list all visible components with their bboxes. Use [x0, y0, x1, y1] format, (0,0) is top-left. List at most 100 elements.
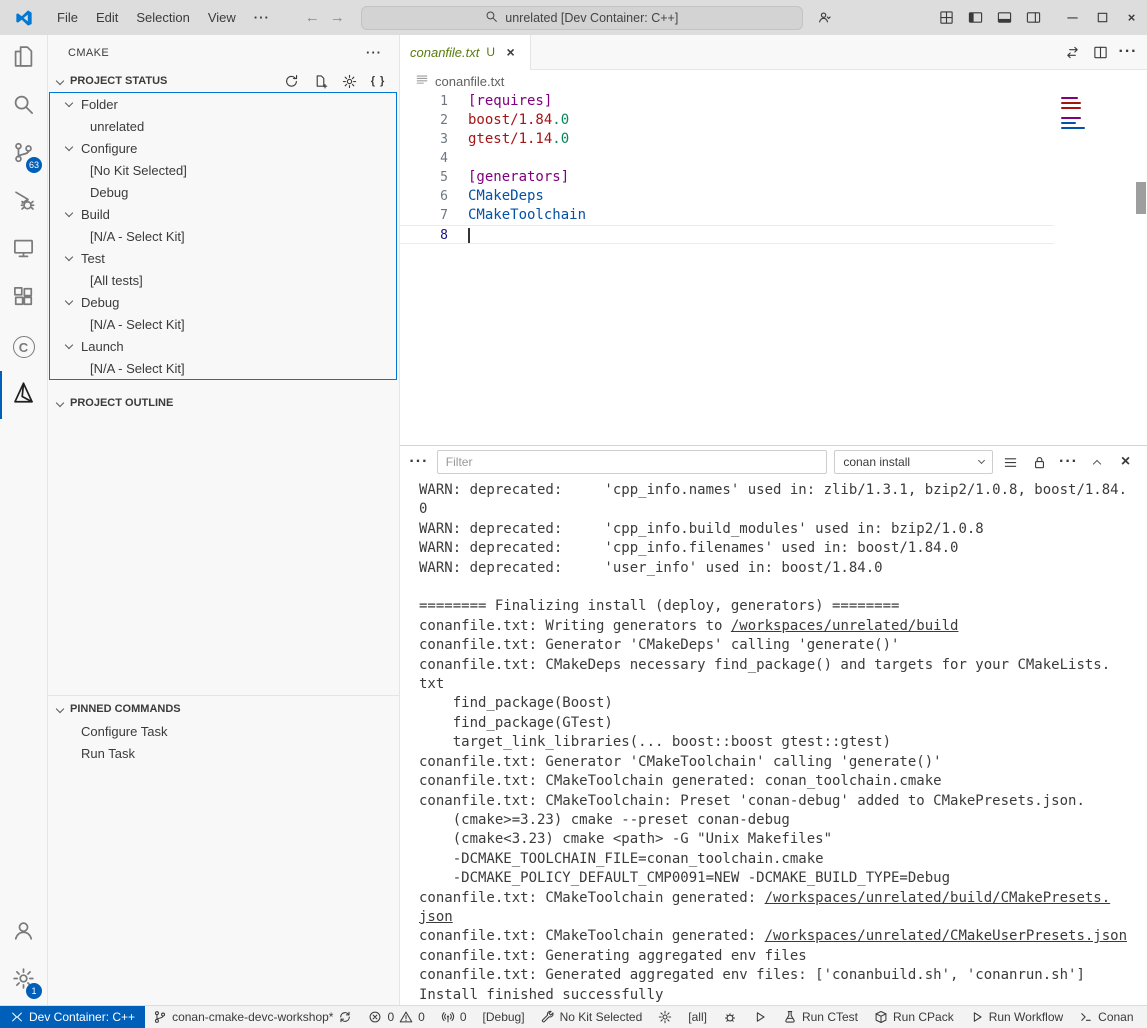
close-window-icon[interactable]: × [1117, 0, 1147, 35]
terminal-line: find_package(Boost) [419, 694, 1147, 713]
open-changes-icon[interactable] [1061, 41, 1083, 63]
statusbar-run-cpack[interactable]: Run CPack [866, 1006, 962, 1028]
output-list-icon[interactable] [1000, 451, 1022, 473]
tab-conanfile[interactable]: conanfile.txt U × [400, 35, 531, 70]
code-editor[interactable]: 1[requires]2boost/1.84.03gtest/1.14.045[… [400, 92, 1057, 244]
tree-child-no-kit-selected[interactable]: [No Kit Selected] [50, 159, 396, 181]
pinned-command-configure-task[interactable]: Configure Task [48, 720, 399, 742]
tree-item-launch[interactable]: Launch [50, 335, 396, 357]
extensions-icon[interactable] [0, 275, 47, 323]
tree-child-n-a-select-kit[interactable]: [N/A - Select Kit] [50, 225, 396, 247]
statusbar-cmake-configure[interactable] [650, 1006, 680, 1028]
code-line-5[interactable]: 5[generators] [400, 168, 1057, 187]
code-line-8[interactable]: 8 [400, 225, 1054, 244]
terminal-link[interactable]: json [419, 909, 453, 925]
terminal-link[interactable]: /workspaces/unrelated/build/CMakePresets… [765, 890, 1111, 906]
code-token: .0 [552, 112, 569, 128]
statusbar-items: conan-cmake-devc-workshop*000[Debug]No K… [145, 1006, 1141, 1028]
statusbar-ports[interactable]: 0 [433, 1006, 475, 1028]
toggle-panel-icon[interactable] [991, 4, 1018, 31]
braces-icon[interactable]: { } [367, 70, 389, 92]
statusbar-git-branch-status[interactable]: conan-cmake-devc-workshop* [145, 1006, 360, 1028]
menu-selection[interactable]: Selection [127, 6, 198, 29]
tree-child-debug[interactable]: Debug [50, 181, 396, 203]
code-line-3[interactable]: 3gtest/1.14.0 [400, 130, 1057, 149]
terminal-link[interactable]: /workspaces/unrelated/CMakeUserPresets.j… [765, 928, 1127, 944]
tab-git-status-badge: U [486, 45, 495, 59]
statusbar-cmake-launch[interactable] [745, 1006, 775, 1028]
lock-icon[interactable] [1029, 451, 1051, 473]
tree-child-n-a-select-kit[interactable]: [N/A - Select Kit] [50, 313, 396, 335]
statusbar-cmake-build-variant[interactable]: [Debug] [475, 1006, 533, 1028]
minimap[interactable] [1057, 92, 1133, 137]
tree-child-unrelated[interactable]: unrelated [50, 115, 396, 137]
statusbar-cmake-build-target[interactable]: [all] [680, 1006, 715, 1028]
statusbar-cmake-kit[interactable]: No Kit Selected [533, 1006, 651, 1028]
new-file-icon[interactable] [309, 70, 331, 92]
statusbar-cmake-debug[interactable] [715, 1006, 745, 1028]
tree-item-test[interactable]: Test [50, 247, 396, 269]
statusbar-problems[interactable]: 00 [360, 1006, 432, 1028]
vscode-window: FileEditSelectionView··· ← → unrelated [… [0, 0, 1147, 1028]
code-line-6[interactable]: 6CMakeDeps [400, 187, 1057, 206]
code-line-1[interactable]: 1[requires] [400, 92, 1057, 111]
forward-arrow-icon[interactable]: → [330, 9, 345, 26]
filter-input[interactable] [437, 450, 828, 474]
toggle-secondary-sidebar-icon[interactable] [1020, 4, 1047, 31]
tree-item-folder[interactable]: Folder [50, 93, 396, 115]
output-log[interactable]: WARN: deprecated: 'cpp_info.names' used … [400, 478, 1147, 1005]
tree-item-debug[interactable]: Debug [50, 291, 396, 313]
scrollbar-thumb[interactable] [1136, 182, 1146, 214]
split-editor-icon[interactable] [1089, 41, 1111, 63]
maximize-panel-icon[interactable] [1086, 451, 1108, 473]
editor-layout-icon[interactable] [933, 4, 960, 31]
menu-file[interactable]: File [48, 6, 87, 29]
sidebar-more-actions-icon[interactable]: ··· [363, 42, 385, 64]
run-debug-icon[interactable] [0, 179, 47, 227]
more-actions-icon[interactable]: ··· [1117, 41, 1139, 63]
account-icon[interactable] [0, 909, 47, 957]
c-extension-icon[interactable]: C [0, 323, 47, 371]
tree-item-configure[interactable]: Configure [50, 137, 396, 159]
profile-icon[interactable] [811, 4, 838, 31]
cmake-view-icon[interactable] [0, 371, 47, 419]
pinned-command-run-task[interactable]: Run Task [48, 742, 399, 764]
toggle-sidebar-icon[interactable] [962, 4, 989, 31]
close-panel-icon[interactable]: × [1115, 451, 1137, 473]
back-arrow-icon[interactable]: ← [305, 9, 320, 26]
tree-child-n-a-select-kit[interactable]: [N/A - Select Kit] [50, 357, 396, 379]
tree-item-label: [N/A - Select Kit] [90, 317, 185, 332]
refresh-icon[interactable] [280, 70, 302, 92]
source-control-icon[interactable]: 63 [0, 131, 47, 179]
statusbar-conan[interactable]: Conan [1071, 1006, 1141, 1028]
code-line-2[interactable]: 2boost/1.84.0 [400, 111, 1057, 130]
minimize-icon[interactable] [1057, 0, 1087, 35]
settings-gear-icon[interactable]: 1 [0, 957, 47, 1005]
editor-actions: ··· [1061, 41, 1147, 63]
statusbar-run-workflow[interactable]: Run Workflow [962, 1006, 1071, 1028]
panel-actions-icon[interactable]: ··· [1058, 451, 1080, 473]
tree-item-build[interactable]: Build [50, 203, 396, 225]
remote-indicator[interactable]: Dev Container: C++ [0, 1006, 145, 1028]
menu-edit[interactable]: Edit [87, 6, 127, 29]
command-center[interactable]: unrelated [Dev Container: C++] [361, 6, 803, 30]
terminal-link[interactable]: /workspaces/unrelated/build [731, 618, 959, 634]
search-view-icon[interactable] [0, 83, 47, 131]
maximize-icon[interactable] [1087, 0, 1117, 35]
gear-icon[interactable] [338, 70, 360, 92]
panel-more-icon[interactable]: ··· [408, 451, 430, 473]
breadcrumb[interactable]: conanfile.txt [400, 70, 1147, 92]
output-channel-select[interactable]: conan install [834, 450, 993, 474]
code-line-7[interactable]: 7CMakeToolchain [400, 206, 1057, 225]
pinned-commands-header[interactable]: PINNED COMMANDS [48, 698, 399, 720]
statusbar-run-ctest[interactable]: Run CTest [775, 1006, 866, 1028]
close-tab-icon[interactable]: × [502, 43, 520, 61]
tree-child-all-tests[interactable]: [All tests] [50, 269, 396, 291]
code-line-4[interactable]: 4 [400, 149, 1057, 168]
menu-view[interactable]: View [199, 6, 245, 29]
menu-overflow-icon[interactable]: ··· [245, 6, 279, 29]
remote-explorer-icon[interactable] [0, 227, 47, 275]
explorer-icon[interactable] [0, 35, 47, 83]
project-status-header[interactable]: PROJECT STATUS { } [48, 70, 399, 92]
project-outline-header[interactable]: PROJECT OUTLINE [48, 392, 399, 414]
